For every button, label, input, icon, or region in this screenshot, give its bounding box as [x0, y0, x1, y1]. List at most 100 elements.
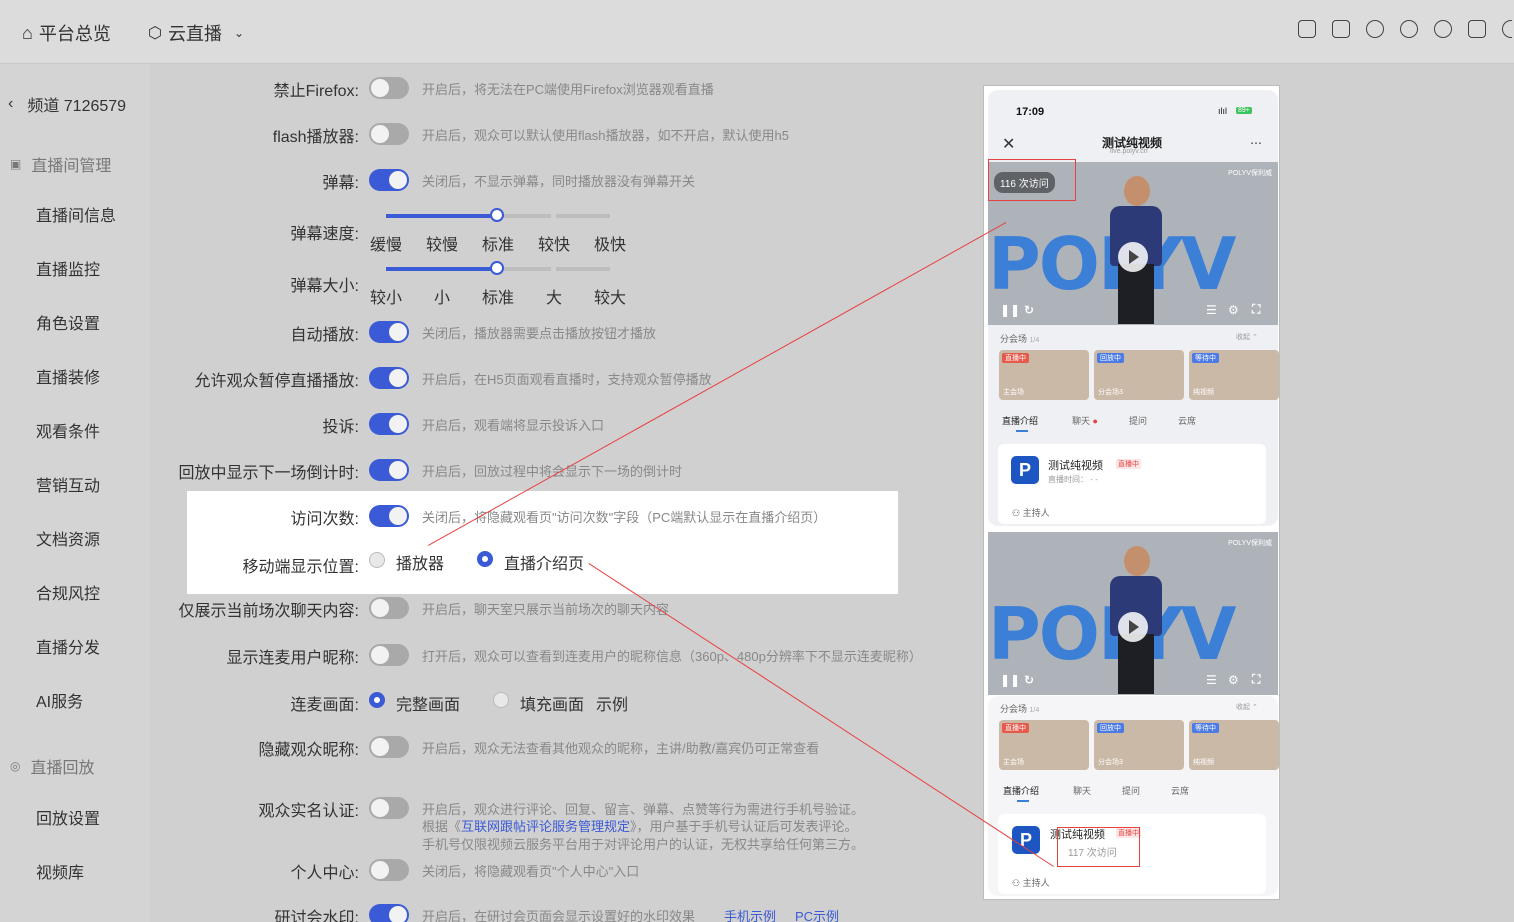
tab-seat[interactable]: 云席 [1178, 414, 1196, 427]
globe-icon[interactable] [1502, 20, 1512, 38]
slider-knob[interactable] [490, 261, 504, 275]
setting-description: 关闭后，不显示弹幕，同时播放器没有弹幕开关 [422, 174, 696, 189]
play-icon[interactable] [1118, 612, 1148, 642]
setting-toggle[interactable] [369, 644, 409, 666]
session-thumb[interactable]: 回放中 分会场3 [1094, 350, 1184, 400]
setting-toggle[interactable] [369, 321, 409, 343]
settings-icon[interactable]: ⚙ [1228, 673, 1239, 687]
setting-toggle[interactable] [369, 797, 409, 819]
radio-intro-page[interactable] [477, 551, 493, 567]
video-player-2[interactable]: POLYV POLYV保利威 ❚❚ ↻ ☰ ⚙ ⛶ [988, 532, 1278, 695]
tab-seat[interactable]: 云席 [1171, 784, 1189, 797]
live-nav[interactable]: ⬡ 云直播 ⌄ [148, 20, 244, 46]
tab-chat[interactable]: 聊天 [1073, 784, 1091, 797]
sidebar-item[interactable]: 直播分发 [36, 634, 100, 658]
pause-icon[interactable]: ❚❚ [1000, 303, 1020, 317]
brand-watermark: POLYV保利威 [1228, 540, 1272, 547]
bell-icon[interactable] [1366, 20, 1384, 38]
group-label: 直播间管理 [31, 158, 112, 175]
setting-description: 打开后，观众可以查看到连麦用户的昵称信息（360p、480p分辨率下不显示连麦昵… [422, 649, 922, 664]
screen-icon[interactable] [1468, 20, 1486, 38]
session-thumb[interactable]: 直播中 主会场 [999, 350, 1089, 400]
sidebar-item[interactable]: 合规风控 [36, 580, 100, 604]
session-thumb[interactable]: 等待中 纯视频 [1189, 720, 1279, 770]
group-live-room[interactable]: ▣ 直播间管理 [10, 152, 111, 176]
collapse-button[interactable]: 收起 ⌃ [1236, 332, 1258, 342]
polyv-p-logo: P [1011, 456, 1039, 484]
home-nav[interactable]: ⌂ 平台总览 [22, 20, 111, 46]
yuan-icon[interactable] [1400, 20, 1418, 38]
sidebar-item[interactable]: 直播监控 [36, 256, 100, 280]
setting-label: 研讨会水印: [274, 910, 359, 922]
sidebar-item[interactable]: 回放设置 [36, 805, 100, 829]
setting-description: 开启后，观看端将显示投诉入口 [422, 418, 605, 433]
setting-description: 开启后，在研讨会页面会显示设置好的水印效果 [422, 909, 696, 922]
tab-question[interactable]: 提问 [1122, 784, 1140, 797]
slider-knob[interactable] [490, 208, 504, 222]
setting-label: 观众实名认证: [258, 803, 359, 820]
sidebar-item[interactable]: 直播间信息 [36, 202, 116, 226]
setting-toggle[interactable] [369, 169, 409, 191]
example-link[interactable]: 示例 [596, 691, 628, 715]
radio-fill[interactable] [493, 692, 509, 708]
settings-icon[interactable]: ⚙ [1228, 303, 1239, 317]
tab-question[interactable]: 提问 [1129, 414, 1147, 427]
sidebar-item[interactable]: 文档资源 [36, 526, 100, 550]
sidebar-item[interactable]: 视频库 [36, 859, 84, 883]
setting-toggle[interactable] [369, 123, 409, 145]
danmu-size-slider[interactable] [386, 261, 610, 275]
setting-label: 允许观众暂停直播播放: [194, 373, 359, 390]
sidebar-item[interactable]: 直播装修 [36, 364, 100, 388]
radio-label: 填充画面 [520, 697, 585, 714]
refresh-icon[interactable]: ↻ [1024, 303, 1034, 317]
clipboard-icon[interactable] [1298, 20, 1316, 38]
tab-chat[interactable]: 聊天 ● [1072, 414, 1098, 427]
session-thumb[interactable]: 回放中 分会场3 [1094, 720, 1184, 770]
live-label: 云直播 [167, 24, 222, 44]
tab-indicator [1016, 430, 1028, 432]
setting-toggle[interactable] [369, 904, 409, 922]
mobile-example-link[interactable]: 手机示例 [724, 906, 776, 922]
radio-label: 完整画面 [396, 697, 461, 714]
session-thumb[interactable]: 直播中 主会场 [999, 720, 1089, 770]
fullscreen-icon[interactable]: ⛶ [1252, 672, 1260, 687]
setting-toggle[interactable] [369, 413, 409, 435]
sidebar-item[interactable]: AI服务 [36, 688, 83, 712]
danmu-icon[interactable]: ☰ [1206, 673, 1217, 687]
play-icon[interactable] [1118, 242, 1148, 272]
radio-label: 播放器 [396, 556, 445, 573]
mobile-pos-label: 移动端显示位置: [242, 559, 359, 576]
download-icon[interactable] [1332, 20, 1350, 38]
setting-label: 自动播放: [290, 327, 359, 344]
group-replay[interactable]: ◎ 直播回放 [10, 754, 95, 778]
pause-icon[interactable]: ❚❚ [1000, 673, 1020, 687]
fullscreen-icon[interactable]: ⛶ [1252, 302, 1260, 317]
danmu-icon[interactable]: ☰ [1206, 303, 1217, 317]
setting-toggle[interactable] [369, 859, 409, 881]
sidebar-item[interactable]: 营销互动 [36, 472, 100, 496]
speed-tick: 较慢 [426, 237, 459, 254]
tab-intro[interactable]: 直播介绍 [1002, 414, 1038, 427]
danmu-speed-slider[interactable] [386, 208, 610, 222]
channel-back[interactable]: ‹ 频道 7126579 [8, 92, 126, 116]
collapse-button[interactable]: 收起 ⌃ [1236, 702, 1258, 712]
tab-intro[interactable]: 直播介绍 [1003, 784, 1039, 797]
setting-toggle[interactable] [369, 459, 409, 481]
more-icon[interactable]: ⋯ [1250, 136, 1262, 150]
radio-player[interactable] [369, 552, 385, 568]
setting-toggle[interactable] [369, 77, 409, 99]
setting-toggle[interactable] [369, 367, 409, 389]
session-thumb[interactable]: 等待中 纯视频 [1189, 350, 1279, 400]
sidebar-item[interactable]: 观看条件 [36, 418, 100, 442]
refresh-icon[interactable]: ↻ [1024, 673, 1034, 687]
setting-toggle[interactable] [369, 597, 409, 619]
setting-toggle[interactable] [369, 505, 409, 527]
sidebar-item[interactable]: 角色设置 [36, 310, 100, 334]
help-icon[interactable] [1434, 20, 1452, 38]
setting-toggle[interactable] [369, 736, 409, 758]
close-icon[interactable]: ✕ [1002, 134, 1015, 154]
radio-full[interactable] [369, 692, 385, 708]
phone-url: live.polyv.cn [1110, 148, 1148, 155]
regulation-link[interactable]: 互联网跟帖评论服务管理规定 [461, 819, 630, 834]
pc-example-link[interactable]: PC示例 [795, 906, 839, 922]
